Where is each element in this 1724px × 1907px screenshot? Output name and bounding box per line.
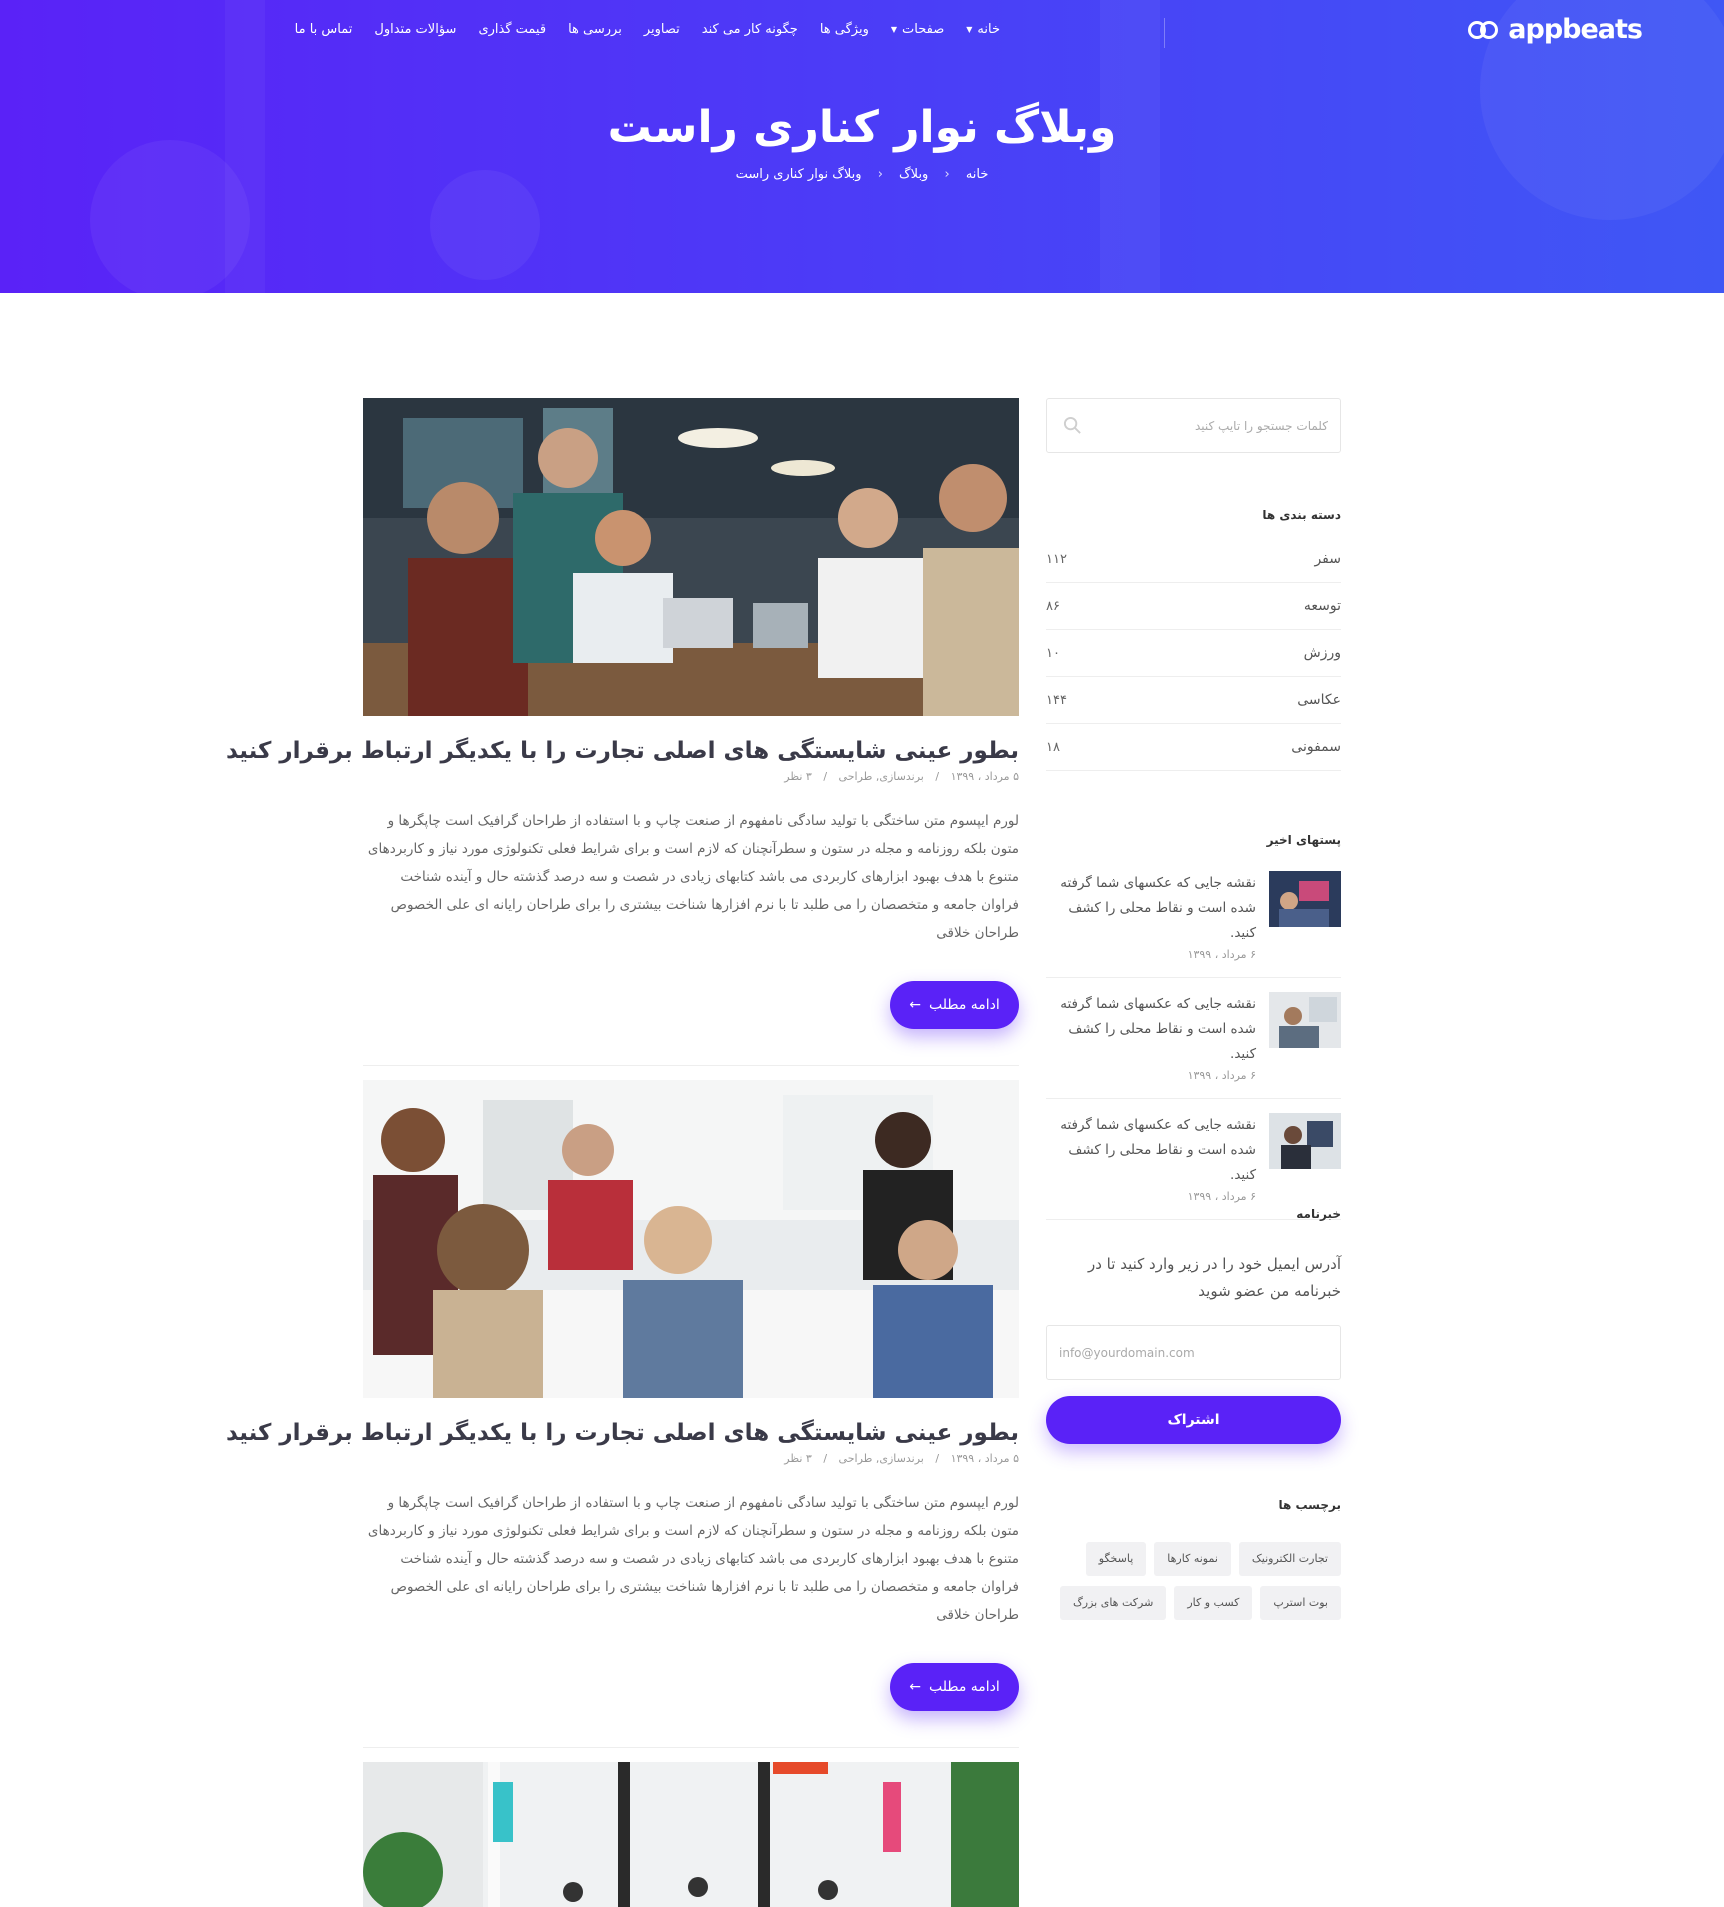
read-more-button[interactable]: ادامه مطلب ← [890, 981, 1019, 1029]
recent-post-title[interactable]: نقشه جایی که عکسهای شما گرفته شده است و … [1046, 1113, 1256, 1188]
category-item[interactable]: سمفونی ۱۸ [1046, 724, 1341, 771]
widget-title: خبرنامه [1296, 1207, 1341, 1221]
category-count: ۱۱۲ [1046, 551, 1067, 567]
nav-divider [1164, 18, 1165, 48]
post-title[interactable]: بطور عینی شایستگی های اصلی تجارت را با ی… [226, 738, 1019, 764]
category-item[interactable]: عکاسی ۱۴۴ [1046, 677, 1341, 724]
recent-post-item[interactable]: نقشه جایی که عکسهای شما گرفته شده است و … [1046, 978, 1341, 1099]
tag-item[interactable]: کسب و کار [1174, 1586, 1253, 1620]
recent-post-item[interactable]: نقشه جایی که عکسهای شما گرفته شده است و … [1046, 1099, 1341, 1220]
post-image[interactable] [363, 1762, 1019, 1907]
recent-post-thumbnail[interactable] [1269, 871, 1341, 927]
post-comments[interactable]: ۳ نظر [784, 1452, 812, 1465]
post-title[interactable]: بطور عینی شایستگی های اصلی تجارت را با ی… [226, 1420, 1019, 1446]
recent-post-thumbnail[interactable] [1269, 992, 1341, 1048]
post-divider [363, 1065, 1019, 1066]
nav-item-how-it-works[interactable]: چگونه کار می کند [702, 22, 798, 37]
post-date: ۵ مرداد ، ۱۳۹۹ [950, 1452, 1019, 1465]
hero-header: appbeats خانه ▼ صفحات ▼ ویژگی ها چگونه کار… [0, 0, 1724, 293]
newsletter-email-input[interactable] [1059, 1345, 1328, 1360]
category-count: ۱۰ [1046, 645, 1060, 661]
tag-item[interactable]: بوت استرپ [1260, 1586, 1341, 1620]
post-categories[interactable]: برندسازی, طراحی [839, 770, 924, 783]
meta-separator: / [823, 1452, 828, 1465]
meta-separator: / [935, 1452, 940, 1465]
category-item[interactable]: توسعه ۸۶ [1046, 583, 1341, 630]
newsletter-description: آدرس ایمیل خود را در زیر وارد کنید تا در… [1087, 1255, 1341, 1300]
nav-item-screenshots[interactable]: تصاویر [644, 22, 680, 37]
recent-post-title[interactable]: نقشه جایی که عکسهای شما گرفته شده است و … [1046, 871, 1256, 946]
logo-icon [1468, 15, 1502, 45]
blog-post: بطور عینی شایستگی های اصلی تجارت را با ی… [226, 398, 1019, 1066]
chevron-left-icon: ‹ [877, 167, 883, 182]
chevron-left-icon: ‹ [944, 167, 950, 182]
read-more-button[interactable]: ادامه مطلب ← [890, 1663, 1019, 1711]
recent-post-date: ۶ مرداد ، ۱۳۹۹ [1187, 948, 1256, 961]
post-excerpt: لورم ایپسوم متن ساختگی با تولید سادگی نا… [367, 813, 1019, 941]
tag-item[interactable]: پاسخگو [1085, 1542, 1147, 1576]
recent-post-date: ۶ مرداد ، ۱۳۹۹ [1187, 1069, 1256, 1082]
widget-title: پستهای اخیر [1266, 833, 1341, 847]
category-item[interactable]: ورزش ۱۰ [1046, 630, 1341, 677]
category-count: ۱۸ [1046, 739, 1060, 755]
chevron-down-icon: ▼ [966, 25, 973, 34]
breadcrumb-blog[interactable]: وبلاگ [899, 167, 928, 182]
post-date: ۵ مرداد ، ۱۳۹۹ [950, 770, 1019, 783]
category-count: ۸۶ [1046, 598, 1060, 614]
newsletter-email-box [1046, 1325, 1341, 1380]
brand-name: appbeats [1508, 14, 1643, 45]
recent-post-date: ۶ مرداد ، ۱۳۹۹ [1187, 1190, 1256, 1203]
nav-item-contact[interactable]: تماس با ما [295, 22, 353, 37]
post-image[interactable] [363, 398, 1019, 716]
recent-post-item[interactable]: نقشه جایی که عکسهای شما گرفته شده است و … [1046, 857, 1341, 978]
meta-separator: / [935, 770, 940, 783]
tag-item[interactable]: نمونه کارها [1154, 1542, 1231, 1576]
main-nav: خانه ▼ صفحات ▼ ویژگی ها چگونه کار می کند ت… [295, 22, 1000, 37]
tags-widget: برچسب ها تجارت الکترونیک نمونه کارها پاس… [1046, 1498, 1341, 1620]
tag-item[interactable]: تجارت الکترونیک [1238, 1542, 1341, 1576]
breadcrumb-home[interactable]: خانه [966, 167, 989, 182]
category-item[interactable]: سفر ۱۱۲ [1046, 536, 1341, 583]
widget-title: دسته بندی ها [1262, 508, 1341, 522]
nav-item-home[interactable]: خانه ▼ [966, 22, 1000, 37]
post-excerpt: لورم ایپسوم متن ساختگی با تولید سادگی نا… [367, 1495, 1019, 1623]
blog-post: بطور عینی شایستگی های اصلی تجارت را با ی… [226, 1080, 1019, 1748]
recent-post-title[interactable]: نقشه جایی که عکسهای شما گرفته شده است و … [1046, 992, 1256, 1067]
tag-cloud: تجارت الکترونیک نمونه کارها پاسخگو بوت ا… [1046, 1542, 1341, 1620]
newsletter-widget: خبرنامه آدرس ایمیل خود را در زیر وارد کن… [1046, 1207, 1341, 1444]
recent-posts-widget: پستهای اخیر نقشه جایی که عکسهای شما گرفت… [1046, 833, 1341, 1220]
post-image[interactable] [363, 1080, 1019, 1398]
widget-title: برچسب ها [1278, 1498, 1341, 1512]
nav-item-pages[interactable]: صفحات ▼ [891, 22, 944, 37]
brand-logo[interactable]: appbeats [1468, 14, 1643, 45]
post-categories[interactable]: برندسازی, طراحی [839, 1452, 924, 1465]
recent-post-thumbnail[interactable] [1269, 1113, 1341, 1169]
nav-item-faq[interactable]: سؤالات متداول [374, 22, 456, 37]
search-box [1046, 398, 1341, 453]
post-comments[interactable]: ۳ نظر [784, 770, 812, 783]
arrow-left-icon: ← [909, 1679, 921, 1695]
search-input[interactable] [1047, 399, 1340, 452]
breadcrumb-current: وبلاگ نوار کناری راست [735, 167, 862, 182]
meta-separator: / [823, 770, 828, 783]
subscribe-button[interactable]: اشتراک [1046, 1396, 1341, 1444]
post-meta: ۵ مرداد ، ۱۳۹۹ / برندسازی, طراحی / ۳ نظر [363, 1452, 1019, 1465]
tag-item[interactable]: شرکت های بزرگ [1059, 1586, 1167, 1620]
post-divider [363, 1747, 1019, 1748]
nav-item-pricing[interactable]: قیمت گذاری [478, 22, 546, 37]
chevron-down-icon: ▼ [890, 25, 898, 34]
post-meta: ۵ مرداد ، ۱۳۹۹ / برندسازی, طراحی / ۳ نظر [363, 770, 1019, 783]
breadcrumb: خانه ‹ وبلاگ ‹ وبلاگ نوار کناری راست [0, 167, 1724, 182]
search-icon[interactable] [1063, 416, 1082, 435]
nav-item-reviews[interactable]: بررسی ها [568, 22, 622, 37]
categories-widget: دسته بندی ها سفر ۱۱۲ توسعه ۸۶ ورزش ۱۰ عکاسی… [1046, 508, 1341, 771]
nav-item-features[interactable]: ویژگی ها [820, 22, 869, 37]
page-title: وبلاگ نوار کناری راست [607, 102, 1117, 153]
hero-bg-decoration [430, 170, 540, 280]
arrow-left-icon: ← [909, 997, 921, 1013]
category-count: ۱۴۴ [1046, 692, 1067, 708]
